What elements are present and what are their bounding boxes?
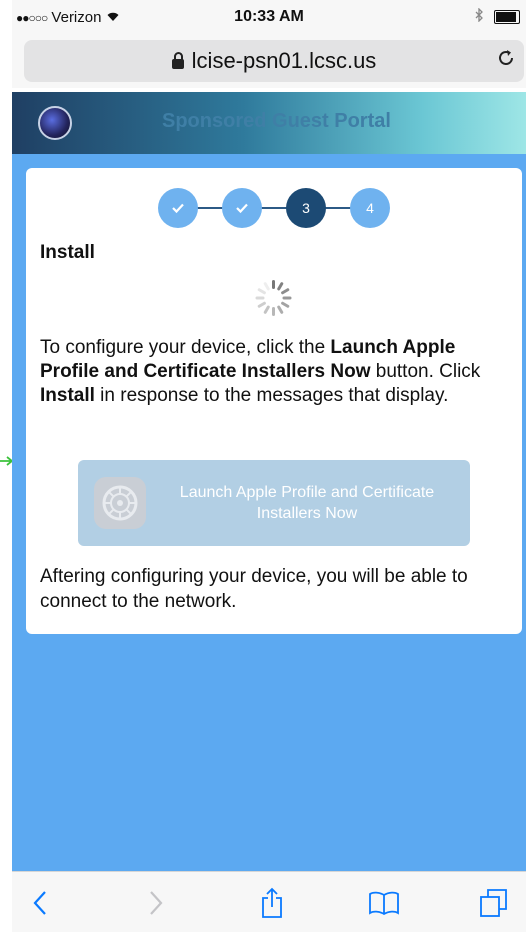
- lock-icon: [171, 52, 184, 69]
- step-4: 4: [350, 188, 390, 228]
- step-connector: [178, 207, 372, 209]
- portal-title: Sponsored Guest Portal: [162, 110, 391, 132]
- url-text: lcise-psn01.lcsc.us: [191, 48, 377, 73]
- launch-button-label: Launch Apple Profile and Certificate Ins…: [179, 484, 435, 522]
- status-time: 10:33 AM: [234, 8, 304, 25]
- reload-icon[interactable]: [496, 48, 516, 74]
- status-bar: ●●○○○ Verizon 10:33 AM: [12, 0, 526, 36]
- portal-logo: [38, 106, 72, 140]
- tabs-icon[interactable]: [478, 888, 510, 918]
- green-arrow-icon: [0, 456, 12, 466]
- browser-url-area: lcise-psn01.lcsc.us: [12, 36, 526, 88]
- checkmark-icon: [172, 203, 184, 214]
- install-instructions: To configure your device, click the Laun…: [40, 337, 481, 406]
- back-icon[interactable]: [24, 888, 56, 918]
- step-2: [222, 188, 262, 228]
- share-icon[interactable]: [256, 887, 288, 918]
- launch-installers-button[interactable]: Launch Apple Profile and Certificate Ins…: [78, 460, 470, 546]
- install-card: 3 4 Install To configure your device, cl…: [26, 168, 522, 634]
- step-3: 3: [286, 188, 326, 228]
- address-bar[interactable]: lcise-psn01.lcsc.us: [24, 40, 524, 82]
- browser-toolbar: [12, 871, 526, 932]
- settings-gear-icon: [94, 477, 146, 529]
- checkmark-icon: [236, 203, 248, 214]
- forward-icon[interactable]: [140, 888, 172, 918]
- battery-icon: [494, 10, 520, 24]
- network-connect-note: Aftering configuring your device, you wi…: [40, 566, 468, 612]
- install-heading: Install: [40, 242, 95, 263]
- portal-header: Sponsored Guest Portal: [12, 92, 526, 154]
- bookmarks-icon[interactable]: [368, 888, 400, 918]
- status-right: [474, 7, 520, 26]
- step-1: [158, 188, 198, 228]
- bluetooth-icon: [474, 7, 484, 26]
- step-indicator: 3 4: [158, 188, 392, 228]
- loading-spinner-icon: [254, 278, 294, 318]
